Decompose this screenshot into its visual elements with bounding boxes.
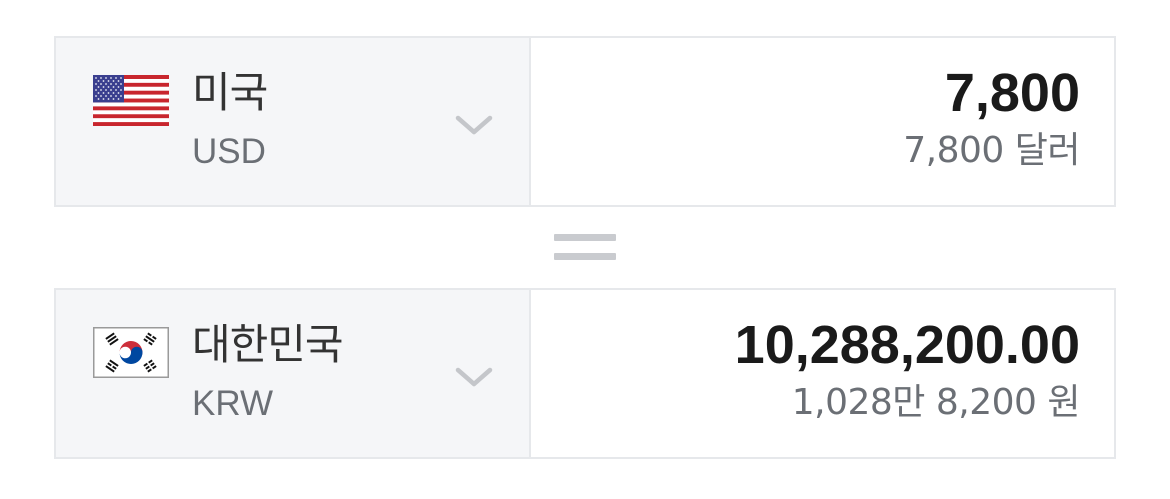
from-amount-value: 7,800 — [944, 63, 1080, 123]
to-amount-field[interactable]: 10,288,200.00 1,028만 8,200 원 — [531, 290, 1114, 457]
from-currency-row: 미국 USD 7,800 7,800 달러 — [54, 36, 1116, 207]
from-currency-dropdown[interactable]: 미국 USD — [56, 38, 531, 205]
equals-icon — [554, 234, 616, 264]
to-amount-value: 10,288,200.00 — [734, 315, 1080, 375]
to-currency-dropdown[interactable]: 대한민국 KRW — [56, 290, 531, 457]
to-currency-code: KRW — [192, 384, 274, 423]
from-country-name: 미국 — [192, 68, 268, 117]
from-currency-code: USD — [192, 132, 266, 171]
us-flag-icon — [93, 75, 169, 126]
to-amount-words: 1,028만 8,200 원 — [791, 382, 1081, 423]
to-currency-row: 대한민국 KRW 10,288,200.00 1,028만 8,200 원 — [54, 288, 1116, 459]
from-amount-field[interactable]: 7,800 7,800 달러 — [531, 38, 1114, 205]
kr-flag-icon — [93, 327, 169, 378]
chevron-down-icon — [454, 110, 494, 140]
currency-converter: 미국 USD 7,800 7,800 달러 대한민국 KRW 10,288,20… — [54, 36, 1116, 459]
chevron-down-icon — [454, 362, 494, 392]
from-amount-words: 7,800 달러 — [903, 130, 1080, 171]
to-country-name: 대한민국 — [192, 320, 344, 369]
